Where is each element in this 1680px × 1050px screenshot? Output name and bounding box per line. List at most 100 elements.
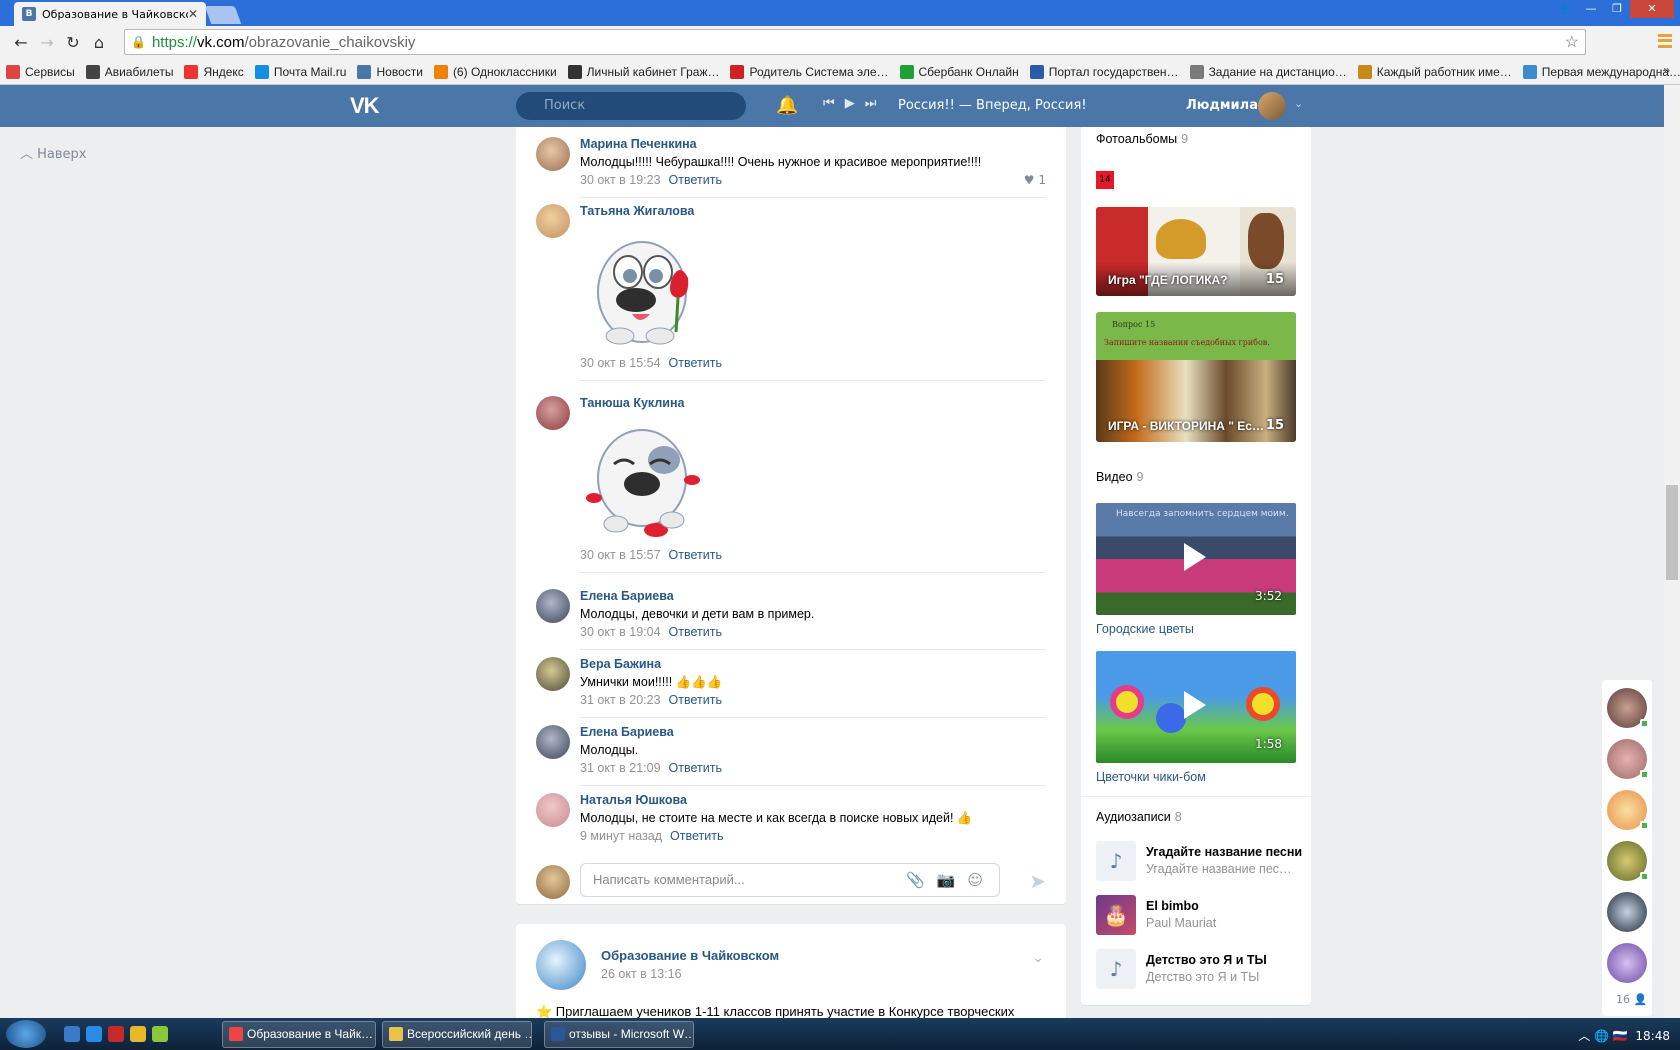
- comment-author[interactable]: Вера Бажина: [580, 657, 661, 671]
- video-thumbnail[interactable]: 1:58: [1096, 651, 1296, 763]
- reply-link[interactable]: Ответить: [669, 173, 722, 187]
- video-title[interactable]: Цветочки чики-бом: [1096, 770, 1206, 784]
- video-thumbnail[interactable]: Навсегда запомнить сердцем моим. 3:52: [1096, 503, 1296, 615]
- tab-close-icon[interactable]: ✕: [188, 7, 198, 21]
- bookmark-item[interactable]: Почта Mail.ru: [254, 64, 346, 79]
- scrollbar-thumb[interactable]: [1666, 485, 1678, 580]
- notifications-bell-icon[interactable]: 🔔: [776, 95, 798, 116]
- comment-author[interactable]: Татьяна Жигалова: [580, 204, 694, 218]
- friend-avatar[interactable]: [1607, 943, 1647, 983]
- play-icon[interactable]: [1184, 543, 1206, 571]
- post-date[interactable]: 26 окт в 13:16: [601, 967, 682, 981]
- internet-explorer-icon[interactable]: [86, 1026, 102, 1042]
- browser-tab-active[interactable]: B Образование в Чайковском ✕: [14, 2, 206, 26]
- album-thumbnail[interactable]: Вопрос 15 Запишите названия съедобных гр…: [1096, 312, 1296, 442]
- reply-link[interactable]: Ответить: [669, 625, 722, 639]
- bookmark-item[interactable]: (6) Одноклассники: [433, 64, 557, 79]
- previous-track-icon[interactable]: ⏮: [823, 96, 835, 111]
- video-title[interactable]: Городские цветы: [1096, 622, 1194, 636]
- commenter-avatar[interactable]: [536, 793, 570, 827]
- bookmarks-overflow-icon[interactable]: »: [1663, 63, 1670, 77]
- commenter-avatar[interactable]: [536, 204, 570, 238]
- play-icon[interactable]: ▶: [845, 96, 855, 111]
- taskbar-item-folder[interactable]: Всероссийский день …: [382, 1021, 532, 1048]
- comment-date[interactable]: 30 окт в 15:54: [580, 356, 661, 370]
- comment-author[interactable]: Наталья Юшкова: [580, 793, 687, 807]
- bookmark-item[interactable]: Личный кабинет Граж…: [567, 64, 719, 79]
- chevron-down-icon[interactable]: ⌄: [1032, 950, 1044, 966]
- album-thumbnail[interactable]: Игра "ГДЕ ЛОГИКА? 15: [1096, 207, 1296, 296]
- friend-avatar[interactable]: [1607, 790, 1649, 830]
- forward-button[interactable]: →: [34, 30, 60, 56]
- bookmark-star-icon[interactable]: ☆: [1565, 32, 1579, 52]
- chrome-icon[interactable]: [130, 1026, 146, 1042]
- new-tab-button[interactable]: [204, 6, 242, 24]
- reply-link[interactable]: Ответить: [669, 761, 722, 775]
- friends-online-count[interactable]: 16 👤: [1616, 993, 1647, 1006]
- clock[interactable]: 18:48: [1635, 1029, 1670, 1043]
- albums-header[interactable]: Фотоальбомы 9: [1096, 132, 1188, 146]
- vk-logo[interactable]: VK: [350, 93, 380, 119]
- comment-date[interactable]: 30 окт в 19:04: [580, 625, 661, 639]
- commenter-avatar[interactable]: [536, 589, 570, 623]
- tray-icons[interactable]: ︿ 🌐 🇷🇺: [1578, 1029, 1628, 1043]
- bookmark-item[interactable]: Родитель Система эле…: [730, 64, 889, 79]
- start-button[interactable]: [6, 1020, 46, 1048]
- minimize-button[interactable]: —: [1578, 0, 1604, 18]
- home-button[interactable]: ⌂: [86, 30, 112, 56]
- comment-date[interactable]: 9 минут назад: [580, 829, 662, 843]
- comment-date[interactable]: 30 окт в 15:57: [580, 548, 661, 562]
- audio-header[interactable]: Аудиозаписи 8: [1096, 810, 1182, 824]
- post-author[interactable]: Образование в Чайковском: [601, 948, 779, 963]
- commenter-avatar[interactable]: [536, 396, 570, 430]
- address-bar[interactable]: 🔒 https://vk.com/obrazovanie_chaikovskiy…: [124, 29, 1586, 55]
- next-track-icon[interactable]: ⏭: [865, 96, 877, 111]
- friend-avatar[interactable]: [1607, 892, 1647, 932]
- audio-item[interactable]: ♪ Детство это Я и ТЫ Детство это Я и ТЫ: [1096, 949, 1296, 989]
- like-button[interactable]: ♥ 1: [1024, 173, 1046, 187]
- reply-link[interactable]: Ответить: [670, 829, 723, 843]
- user-avatar[interactable]: [1258, 92, 1286, 120]
- reload-button[interactable]: ↻: [60, 30, 86, 56]
- bookmark-item[interactable]: Яндекс: [184, 64, 244, 79]
- comment-author[interactable]: Танюша Куклина: [580, 396, 684, 410]
- bookmark-item[interactable]: Авиабилеты: [85, 64, 173, 79]
- dog-with-rose-sticker[interactable]: [580, 222, 708, 350]
- profile-icon[interactable]: 👤: [1552, 0, 1578, 18]
- play-icon[interactable]: [1184, 691, 1206, 719]
- close-window-button[interactable]: ✕: [1630, 0, 1674, 18]
- reply-link[interactable]: Ответить: [669, 693, 722, 707]
- comment-author[interactable]: Елена Бариева: [580, 589, 674, 603]
- bookmark-item[interactable]: Новости: [357, 64, 423, 79]
- bookmark-item[interactable]: Первая международна…: [1522, 64, 1680, 79]
- friend-avatar[interactable]: [1607, 739, 1649, 779]
- opera-icon[interactable]: [108, 1026, 124, 1042]
- commenter-avatar[interactable]: [536, 137, 570, 171]
- chevron-down-icon[interactable]: ⌄: [1294, 97, 1303, 110]
- reply-link[interactable]: Ответить: [669, 356, 722, 370]
- comment-author[interactable]: Елена Бариева: [580, 725, 674, 739]
- emoji-icon[interactable]: ☺: [967, 871, 983, 889]
- send-icon[interactable]: ➤: [1029, 869, 1046, 893]
- back-button[interactable]: ←: [8, 30, 34, 56]
- friend-avatar[interactable]: [1607, 841, 1649, 881]
- now-playing-track[interactable]: Россия!! — Вперед, Россия!: [898, 98, 1087, 113]
- comment-date[interactable]: 31 окт в 20:23: [580, 693, 661, 707]
- vk-search-input[interactable]: Поиск: [516, 92, 746, 120]
- bookmark-item[interactable]: Портал государствен…: [1029, 64, 1179, 79]
- attach-icon[interactable]: 📎: [906, 871, 925, 889]
- audio-item[interactable]: ♪ Угадайте название песни Угадайте назва…: [1096, 841, 1302, 881]
- reply-link[interactable]: Ответить: [669, 548, 722, 562]
- app-icon[interactable]: [152, 1026, 168, 1042]
- bookmark-item[interactable]: Каждый работник име…: [1357, 64, 1512, 79]
- media-player-icon[interactable]: [64, 1026, 80, 1042]
- bookmark-item[interactable]: Сбербанк Онлайн: [899, 64, 1019, 79]
- commenter-avatar[interactable]: [536, 657, 570, 691]
- bookmark-item[interactable]: Сервисы: [6, 64, 75, 79]
- comment-date[interactable]: 31 окт в 21:09: [580, 761, 661, 775]
- taskbar-item-word[interactable]: отзывы - Microsoft W…: [544, 1021, 694, 1048]
- restore-button[interactable]: ❐: [1604, 0, 1630, 18]
- browser-menu-icon[interactable]: [1658, 34, 1672, 48]
- page-scrollbar[interactable]: [1664, 85, 1680, 1018]
- commenter-avatar[interactable]: [536, 725, 570, 759]
